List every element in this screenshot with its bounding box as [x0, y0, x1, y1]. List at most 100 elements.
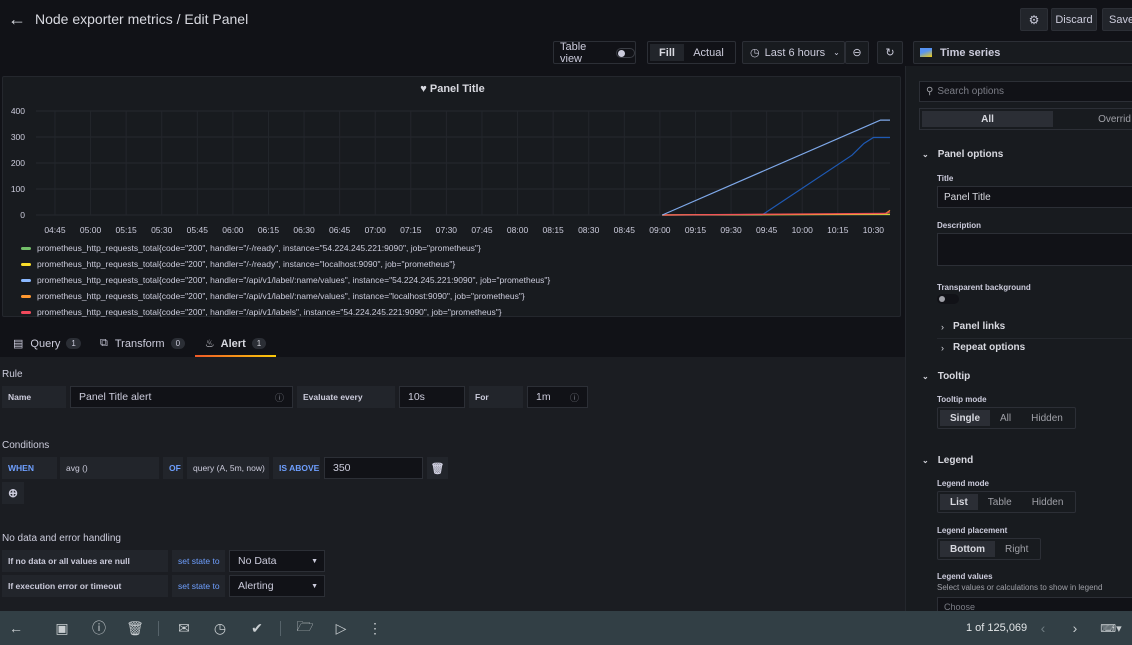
y-tick-label: 200 [11, 158, 25, 168]
legend-item[interactable]: prometheus_http_requests_total{code="200… [21, 241, 481, 255]
time-range-label: Last 6 hours [764, 46, 826, 59]
title-input[interactable]: Panel Title [937, 186, 1132, 208]
query-select[interactable]: query (A, 5m, now) [187, 457, 269, 479]
chevron-left-icon[interactable]: ‹ [1034, 619, 1052, 637]
error-state-select[interactable]: Alerting ▼ [229, 575, 325, 597]
label-icon[interactable]: ▷ [332, 619, 350, 637]
chevron-right-icon[interactable]: › [1066, 619, 1084, 637]
move-folder-icon[interactable]: 🗁 [296, 618, 314, 637]
legend-placement-bottom[interactable]: Bottom [940, 541, 995, 557]
tooltip-mode-all[interactable]: All [990, 410, 1021, 426]
legend-item[interactable]: prometheus_http_requests_total{code="200… [21, 273, 550, 287]
legend-placement-right[interactable]: Right [995, 541, 1038, 557]
time-range-picker[interactable]: ◷ Last 6 hours ⌄ [742, 41, 845, 64]
transform-icon: ⧉ [100, 337, 108, 349]
error-state-value: Alerting [238, 580, 274, 592]
table-view-toggle[interactable]: Table view [553, 40, 636, 65]
nodata-state-select[interactable]: No Data ▼ [229, 550, 325, 572]
report-icon[interactable]: ⓘ [90, 619, 108, 637]
x-tick-label: 08:15 [543, 225, 565, 235]
legend-mode-hidden[interactable]: Hidden [1022, 494, 1074, 510]
trash-icon[interactable]: 🗑 [126, 619, 144, 637]
for-label: For [469, 386, 523, 408]
panel-options-section[interactable]: ⌄ Panel options [922, 149, 1003, 160]
database-icon: ▤ [13, 338, 24, 350]
tab-alert[interactable]: ♨ Alert 1 [195, 330, 276, 357]
transparent-toggle[interactable] [937, 294, 959, 304]
arrow-left-icon[interactable]: ← [7, 619, 25, 637]
keyboard-icon[interactable]: ⌨▾ [1096, 619, 1126, 637]
evaluate-label: Evaluate every [297, 386, 395, 408]
legend-label: prometheus_http_requests_total{code="200… [37, 291, 525, 301]
description-label: Description [937, 221, 982, 230]
info-icon: ⓘ [274, 392, 284, 403]
visualization-picker[interactable]: Time series [913, 41, 1132, 64]
rule-heading: Rule [2, 369, 23, 380]
arrow-left-icon[interactable]: ← [8, 9, 28, 29]
options-tabs: All Overrid [919, 108, 1132, 130]
toggle-switch[interactable] [615, 47, 635, 58]
evaluate-every-input[interactable]: 10s [399, 386, 465, 408]
tab-query[interactable]: ▤ Query 1 [13, 330, 81, 357]
description-textarea[interactable] [937, 233, 1132, 266]
fill-actual-group: Fill Actual [647, 41, 736, 64]
clock-icon: ◷ [750, 47, 760, 59]
reducer-select[interactable]: avg () [60, 457, 159, 479]
discard-button[interactable]: Discard [1051, 8, 1097, 31]
legend-section[interactable]: ⌄ Legend [922, 455, 973, 466]
tooltip-mode-single[interactable]: Single [940, 410, 991, 426]
tab-label: Query [30, 337, 61, 350]
actual-button[interactable]: Actual [684, 44, 733, 61]
x-tick-label: 05:30 [151, 225, 173, 235]
chevron-right-icon: › [941, 321, 944, 332]
save-button[interactable]: Save [1102, 8, 1132, 31]
refresh-button[interactable]: ↻ [877, 41, 903, 64]
tab-overrides[interactable]: Overrid [1053, 111, 1132, 127]
legend-mode-list[interactable]: List [940, 494, 978, 510]
panel-preview: ♥ Panel Title 0 100 200 300 400 04:45 05:00 05:… [2, 76, 901, 317]
delete-condition-button[interactable]: 🗑 [427, 457, 448, 479]
tab-all[interactable]: All [922, 111, 1053, 127]
of-label: OF [163, 457, 183, 479]
repeat-options-section[interactable]: › Repeat options [941, 342, 1025, 353]
add-condition-button[interactable]: ⊕ [2, 482, 24, 504]
zoom-out-button[interactable]: ⊖ [845, 41, 869, 64]
archive-icon[interactable]: ▣ [53, 619, 71, 637]
x-tick-label: 08:45 [614, 225, 636, 235]
legend-values-label: Legend values [937, 572, 993, 581]
threshold-input[interactable]: 350 [324, 457, 423, 479]
section-title: Tooltip [937, 371, 971, 382]
panel-links-section[interactable]: › Panel links [941, 321, 1005, 332]
options-pane: ⚲ Search options All Overrid ⌄ Panel opt… [905, 66, 1132, 617]
table-view-label: Table view [560, 40, 587, 65]
legend-item[interactable]: prometheus_http_requests_total{code="200… [21, 257, 455, 271]
task-add-icon[interactable]: ✔ [248, 619, 266, 637]
x-tick-label: 06:15 [258, 225, 280, 235]
gear-icon: ⚙ [1028, 12, 1040, 27]
section-title: Legend [937, 455, 974, 466]
when-label[interactable]: WHEN [2, 457, 57, 479]
fill-button[interactable]: Fill [650, 44, 684, 61]
legend-mode-table[interactable]: Table [978, 494, 1022, 510]
x-tick-label: 09:45 [756, 225, 778, 235]
message-counter: 1 of 125,069 [966, 622, 1028, 634]
tooltip-section[interactable]: ⌄ Tooltip [922, 371, 970, 382]
nodata-label: If no data or all values are null [2, 550, 168, 572]
chevron-down-icon: ⌄ [833, 48, 840, 57]
x-tick-label: 06:00 [222, 225, 244, 235]
alert-name-input[interactable]: Panel Title alert ⓘ [70, 386, 293, 408]
tab-count: 1 [251, 338, 267, 349]
for-input[interactable]: 1m ⓘ [527, 386, 588, 408]
tooltip-mode-hidden[interactable]: Hidden [1021, 410, 1073, 426]
legend-item[interactable]: prometheus_http_requests_total{code="200… [21, 289, 525, 303]
series-line [662, 119, 890, 216]
clock-icon[interactable]: ◷ [211, 619, 229, 637]
mail-icon[interactable]: ✉ [175, 619, 193, 637]
legend-item[interactable]: prometheus_http_requests_total{code="200… [21, 305, 502, 319]
tab-transform[interactable]: ⧉ Transform 0 [100, 330, 186, 357]
evaluator-select[interactable]: IS ABOVE [273, 457, 320, 479]
settings-button[interactable]: ⚙ [1020, 8, 1048, 31]
more-icon[interactable]: ⋮ [366, 619, 384, 637]
search-options-input[interactable]: ⚲ Search options [919, 81, 1132, 102]
x-tick-label: 09:15 [685, 225, 707, 235]
